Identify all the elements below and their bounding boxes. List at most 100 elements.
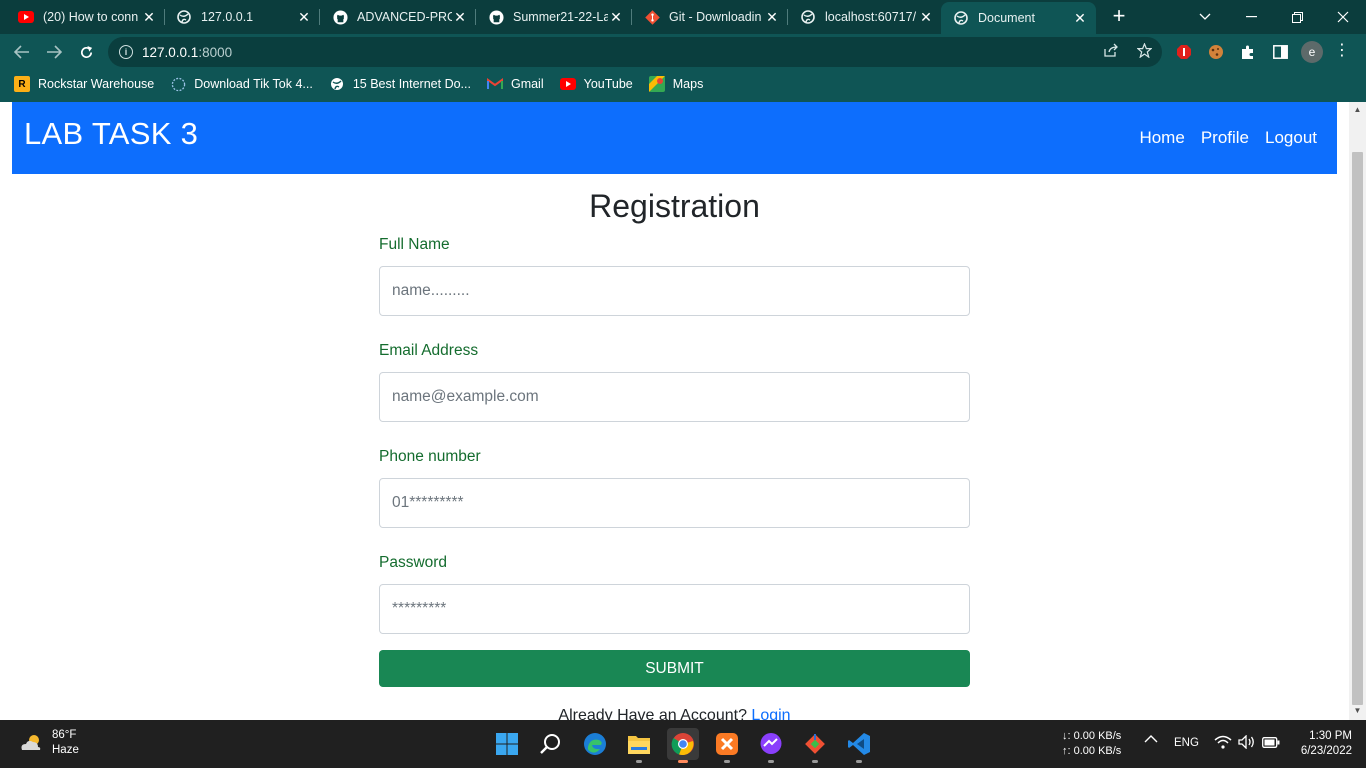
network-speed: ↓: 0.00 KB/s ↑: 0.00 KB/s (1062, 729, 1121, 759)
globe-icon (329, 76, 345, 92)
browser-tab[interactable]: (20) How to conn ✕ (0, 0, 165, 34)
weather-temp: 86°F (52, 729, 77, 741)
battery-icon[interactable] (1262, 737, 1280, 751)
cookie-extension-icon[interactable] (1207, 43, 1225, 61)
address-bar[interactable]: i 127.0.0.1:8000 (108, 37, 1162, 67)
email-input[interactable] (379, 372, 970, 422)
login-prompt: Already Have an Account? Login (379, 707, 970, 720)
url-host: 127.0.0.1 (142, 44, 199, 60)
registration-form: Full Name Email Address Phone number Pas… (379, 236, 970, 720)
close-tab-icon[interactable]: ✕ (764, 9, 780, 26)
page-viewport: LAB TASK 3 Home Profile Logout Registrat… (0, 102, 1349, 720)
clock-time: 1:30 PM (1309, 730, 1352, 742)
clock-date: 6/23/2022 (1300, 745, 1352, 757)
scroll-down-icon[interactable]: ▼ (1352, 706, 1363, 716)
github-icon (488, 9, 504, 25)
windows-start-icon[interactable] (491, 728, 523, 760)
browser-tab-strip: (20) How to conn ✕ 127.0.0.1 ✕ ADVANCED-… (0, 0, 1366, 34)
browser-tab[interactable]: localhost:60717/ ✕ (782, 0, 942, 34)
browser-tab[interactable]: ADVANCED-PRO ✕ (314, 0, 476, 34)
share-icon[interactable] (1102, 41, 1120, 59)
profile-avatar[interactable]: e (1301, 41, 1323, 63)
scroll-up-icon[interactable]: ▲ (1352, 105, 1363, 115)
scrollbar-thumb[interactable] (1352, 152, 1363, 705)
brand-title[interactable]: LAB TASK 3 (24, 116, 198, 152)
close-tab-icon[interactable]: ✕ (608, 9, 624, 26)
weather-condition: Haze (52, 744, 79, 756)
forward-button[interactable] (42, 40, 66, 64)
browser-tab[interactable]: 127.0.0.1 ✕ (158, 0, 320, 34)
nav-logout-link[interactable]: Logout (1265, 128, 1317, 148)
full-name-label: Full Name (379, 236, 450, 253)
globe-icon (953, 10, 969, 26)
browser-menu-icon[interactable]: ⋮ (1334, 43, 1350, 61)
file-explorer-icon[interactable] (623, 728, 655, 763)
volume-icon[interactable] (1238, 734, 1256, 752)
git-gui-icon[interactable] (799, 728, 831, 763)
bookmark-rockstar[interactable]: R Rockstar Warehouse (14, 76, 154, 92)
restore-button[interactable] (1274, 0, 1320, 34)
extensions-puzzle-icon[interactable] (1239, 43, 1257, 61)
phone-label: Phone number (379, 448, 481, 465)
system-clock[interactable]: 1:30 PM 6/23/2022 (1290, 729, 1352, 759)
tab-search-icon[interactable] (1182, 0, 1228, 34)
bookmark-tiktok[interactable]: Download Tik Tok 4... (170, 76, 313, 92)
show-hidden-icons-icon[interactable] (1144, 734, 1158, 746)
close-tab-icon[interactable]: ✕ (296, 9, 312, 26)
bookmark-star-icon[interactable] (1135, 41, 1153, 59)
bookmark-internet[interactable]: 15 Best Internet Do... (329, 76, 471, 92)
gmail-icon (486, 76, 503, 92)
submit-button[interactable]: SUBMIT (379, 650, 970, 687)
url-text: 127.0.0.1:8000 (142, 45, 232, 60)
nav-links: Home Profile Logout (1123, 128, 1317, 148)
url-port: :8000 (198, 44, 233, 60)
bookmark-youtube[interactable]: YouTube (559, 76, 633, 92)
bookmark-gmail[interactable]: Gmail (486, 76, 544, 92)
wifi-icon[interactable] (1214, 735, 1232, 752)
github-icon (332, 9, 348, 25)
messenger-icon[interactable] (755, 728, 787, 763)
minimize-button[interactable] (1228, 0, 1274, 34)
download-speed: ↓: 0.00 KB/s (1062, 730, 1122, 742)
page-scrollbar[interactable]: ▲ ▼ (1349, 102, 1366, 720)
nav-profile-link[interactable]: Profile (1201, 128, 1249, 148)
edge-icon[interactable] (579, 728, 611, 760)
close-tab-icon[interactable]: ✕ (452, 9, 468, 26)
browser-toolbar: i 127.0.0.1:8000 e ⋮ (0, 34, 1366, 70)
tiktok-globe-icon (170, 76, 186, 92)
side-panel-icon[interactable] (1271, 43, 1289, 61)
xampp-icon[interactable] (711, 728, 743, 763)
language-indicator[interactable]: ENG (1174, 737, 1199, 749)
chrome-icon[interactable] (667, 728, 699, 763)
password-label: Password (379, 554, 448, 571)
password-input[interactable] (379, 584, 970, 634)
vscode-icon[interactable] (843, 728, 875, 763)
full-name-input[interactable] (379, 266, 970, 316)
upload-speed: ↑: 0.00 KB/s (1062, 745, 1122, 757)
site-info-icon[interactable]: i (119, 45, 133, 59)
nav-home-link[interactable]: Home (1139, 128, 1184, 148)
email-label: Email Address (379, 342, 479, 359)
maps-icon (648, 76, 665, 92)
search-icon[interactable] (535, 728, 567, 760)
login-link[interactable]: Login (751, 707, 790, 720)
youtube-icon (559, 76, 576, 92)
account-prompt-text: Already Have an Account? (558, 707, 747, 720)
browser-tab-active[interactable]: Document ✕ (941, 2, 1096, 34)
haze-weather-icon (18, 732, 44, 754)
weather-widget[interactable]: 86°F Haze (18, 728, 79, 758)
bookmarks-bar: R Rockstar Warehouse Download Tik Tok 4.… (0, 70, 1366, 98)
reload-button[interactable] (74, 40, 98, 64)
phone-input[interactable] (379, 478, 970, 528)
close-window-button[interactable] (1320, 0, 1366, 34)
close-tab-icon[interactable]: ✕ (918, 9, 934, 26)
adblock-extension-icon[interactable] (1175, 43, 1193, 61)
browser-tab[interactable]: Git - Downloadin ✕ (626, 0, 788, 34)
back-button[interactable] (10, 40, 34, 64)
browser-tab[interactable]: Summer21-22-La ✕ (470, 0, 632, 34)
bookmark-maps[interactable]: Maps (648, 76, 703, 92)
close-tab-icon[interactable]: ✕ (1072, 10, 1088, 27)
git-icon (644, 9, 660, 25)
new-tab-button[interactable]: + (1107, 5, 1131, 29)
close-tab-icon[interactable]: ✕ (141, 9, 157, 26)
